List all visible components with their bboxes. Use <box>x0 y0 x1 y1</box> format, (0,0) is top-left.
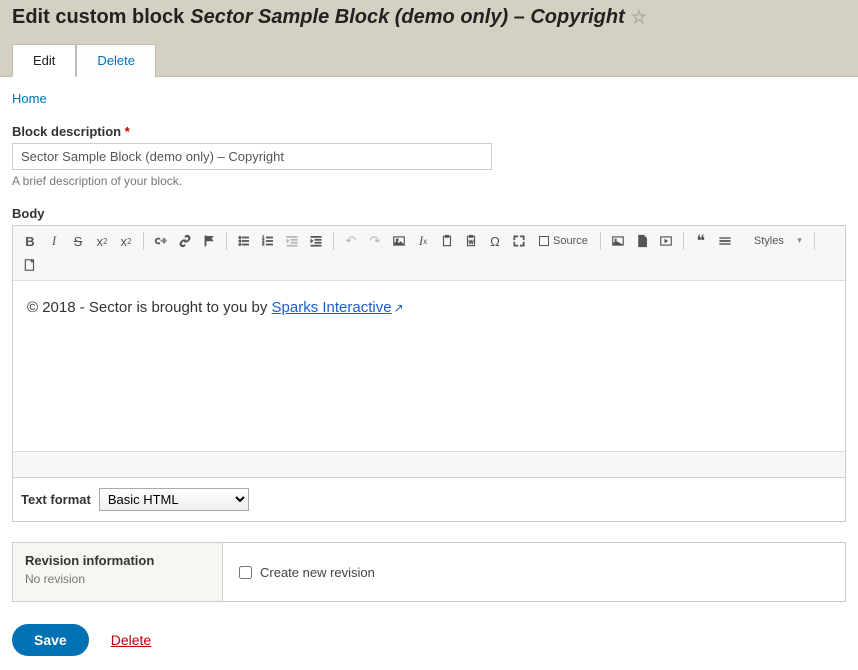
horizontal-rule-icon[interactable] <box>714 230 736 252</box>
insert-media-icon[interactable] <box>388 230 410 252</box>
block-description-label: Block description * <box>12 124 846 139</box>
show-blocks-icon[interactable] <box>19 254 41 276</box>
vtab-revision[interactable]: Revision information No revision <box>13 543 223 601</box>
paste-word-icon[interactable]: W <box>460 230 482 252</box>
editor-footer-bar <box>13 451 845 477</box>
subscript-icon[interactable]: x2 <box>115 230 137 252</box>
toolbar-separator <box>814 232 815 250</box>
superscript-icon[interactable]: x2 <box>91 230 113 252</box>
file-icon[interactable] <box>631 230 653 252</box>
numbered-list-icon[interactable]: 123 <box>257 230 279 252</box>
maximize-icon[interactable] <box>508 230 530 252</box>
page-title-name: Sector Sample Block (demo only) – Copyri… <box>190 6 625 29</box>
indent-icon[interactable] <box>305 230 327 252</box>
outdent-icon[interactable] <box>281 230 303 252</box>
rich-text-editor: B I S x2 x2 123 ↶ ↷ Ix W <box>12 225 846 478</box>
image-icon[interactable] <box>607 230 629 252</box>
save-button[interactable]: Save <box>12 624 89 656</box>
strikethrough-icon[interactable]: S <box>67 230 89 252</box>
text-format-row: Text format Basic HTML <box>12 478 846 522</box>
revision-pane: Create new revision <box>223 543 845 601</box>
primary-tabs: Edit Delete <box>12 43 846 76</box>
create-revision-checkbox[interactable] <box>239 566 252 579</box>
page-title: Edit custom block Sector Sample Block (d… <box>12 6 846 29</box>
editor-text: © 2018 - Sector is brought to you by <box>27 299 272 316</box>
remove-format-icon[interactable]: Ix <box>412 230 434 252</box>
source-button[interactable]: Source <box>532 230 594 252</box>
editor-link[interactable]: Sparks Interactive <box>272 299 392 316</box>
page-title-prefix: Edit custom block <box>12 6 184 29</box>
block-description-help: A brief description of your block. <box>12 174 846 188</box>
toolbar-separator <box>143 232 144 250</box>
styles-dropdown[interactable]: Styles <box>748 233 808 249</box>
block-description-input[interactable] <box>12 143 492 170</box>
blockquote-icon[interactable]: ❝ <box>690 230 712 252</box>
revision-tab-title: Revision information <box>25 553 210 568</box>
star-icon[interactable]: ☆ <box>631 7 647 28</box>
video-icon[interactable] <box>655 230 677 252</box>
anchor-flag-icon[interactable] <box>198 230 220 252</box>
link-icon[interactable] <box>174 230 196 252</box>
form-actions: Save Delete <box>12 624 846 656</box>
text-format-select[interactable]: Basic HTML <box>99 488 249 511</box>
breadcrumb-home[interactable]: Home <box>12 91 47 106</box>
revision-tab-summary: No revision <box>25 572 210 586</box>
editor-content-area[interactable]: © 2018 - Sector is brought to you by Spa… <box>13 281 845 451</box>
tab-edit[interactable]: Edit <box>12 44 76 77</box>
redo-icon[interactable]: ↷ <box>364 230 386 252</box>
vertical-tabs: Revision information No revision Create … <box>12 542 846 602</box>
paste-icon[interactable] <box>436 230 458 252</box>
bullet-list-icon[interactable] <box>233 230 255 252</box>
delete-link[interactable]: Delete <box>111 632 151 648</box>
required-marker: * <box>125 124 130 139</box>
italic-icon[interactable]: I <box>43 230 65 252</box>
text-format-label: Text format <box>21 492 91 507</box>
external-link-icon: ↗ <box>394 301 404 315</box>
toolbar-separator <box>600 232 601 250</box>
editor-toolbar: B I S x2 x2 123 ↶ ↷ Ix W <box>13 226 845 281</box>
special-char-icon[interactable]: Ω <box>484 230 506 252</box>
tab-delete[interactable]: Delete <box>76 44 156 77</box>
svg-text:W: W <box>469 240 474 246</box>
create-revision-label[interactable]: Create new revision <box>260 565 375 580</box>
breadcrumb: Home <box>12 91 846 106</box>
body-label: Body <box>12 206 846 221</box>
bold-icon[interactable]: B <box>19 230 41 252</box>
toolbar-separator <box>333 232 334 250</box>
toolbar-separator <box>683 232 684 250</box>
undo-icon[interactable]: ↶ <box>340 230 362 252</box>
unlink-icon[interactable] <box>150 230 172 252</box>
svg-text:3: 3 <box>262 242 265 247</box>
toolbar-separator <box>226 232 227 250</box>
